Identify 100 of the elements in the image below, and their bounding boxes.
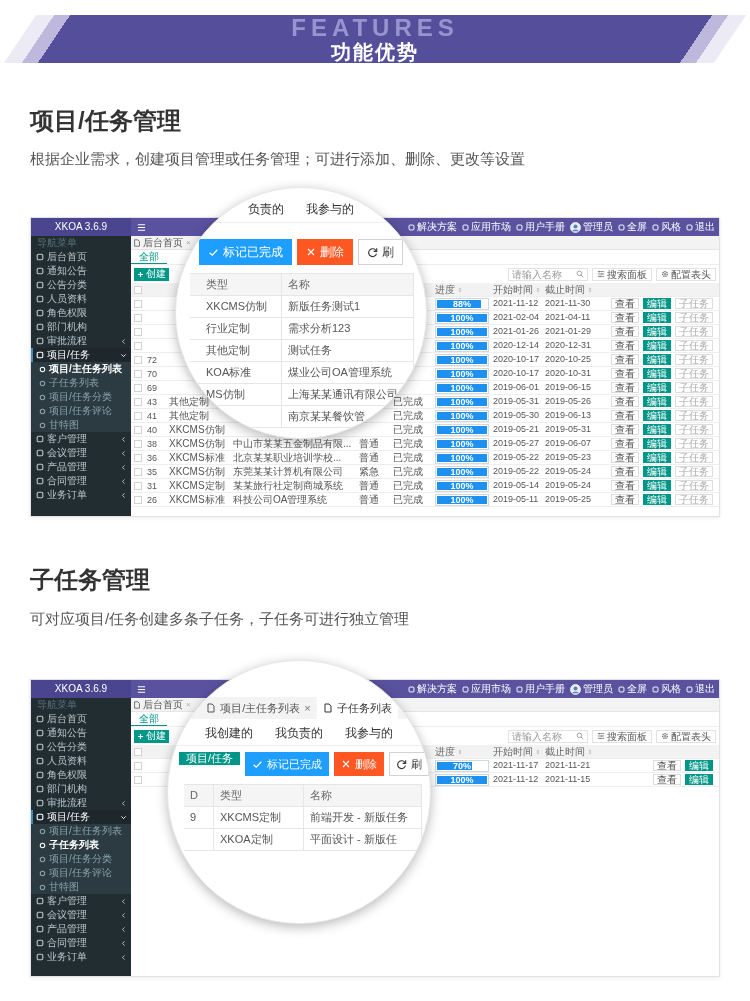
user-menu[interactable]: 管理员	[570, 221, 613, 233]
checkbox[interactable]	[134, 341, 142, 350]
view-button[interactable]: 查看	[611, 410, 639, 421]
edit-button[interactable]: 编辑	[685, 760, 713, 771]
sidebar-subitem[interactable]: 项目/任务评论	[31, 866, 131, 880]
sidebar-item[interactable]: 后台首页	[31, 250, 131, 264]
top-menu-item[interactable]: 用户手册	[516, 683, 565, 695]
create-button[interactable]: 项目/任务	[178, 752, 241, 765]
sidebar-item[interactable]: 会议管理	[31, 908, 131, 922]
sidebar-item[interactable]: 人员资料	[31, 754, 131, 768]
sidebar-subitem[interactable]: 项目/任务分类	[31, 390, 131, 404]
column-header[interactable]: 截止时间	[545, 283, 585, 296]
filter-tab[interactable]: 全部	[131, 712, 167, 726]
sidebar-item[interactable]: 产品管理	[31, 922, 131, 936]
checkbox[interactable]	[134, 775, 142, 784]
edit-button[interactable]: 编辑	[643, 466, 671, 477]
sidebar-item[interactable]: 角色权限	[31, 306, 131, 320]
sidebar-item[interactable]: 合同管理	[31, 474, 131, 488]
sidebar-subitem[interactable]: 甘特图	[31, 880, 131, 894]
user-menu[interactable]: 管理员	[570, 683, 613, 695]
column-header[interactable]: 开始时间	[493, 745, 533, 758]
checkbox[interactable]	[134, 747, 142, 756]
view-button[interactable]: 查看	[611, 340, 639, 351]
column-header[interactable]: 进度	[435, 745, 455, 758]
create-button[interactable]: 创建	[134, 267, 169, 281]
sidebar-item[interactable]: 项目/任务	[31, 348, 131, 362]
view-button[interactable]: 查看	[611, 438, 639, 449]
filter-tab[interactable]: 我创建的	[205, 723, 253, 745]
filter-tab[interactable]: 我参与的	[345, 723, 393, 745]
edit-button[interactable]: 编辑	[643, 410, 671, 421]
checkbox[interactable]	[134, 425, 142, 434]
search-field[interactable]: 请输入名称	[508, 729, 588, 743]
sidebar-subitem[interactable]: 项目/主任务列表	[31, 824, 131, 838]
edit-button[interactable]: 编辑	[643, 494, 671, 505]
edit-button[interactable]: 编辑	[643, 340, 671, 351]
filter-tab[interactable]: 我负责的	[275, 723, 323, 745]
sidebar-item[interactable]: 通知公告	[31, 726, 131, 740]
sidebar-subitem[interactable]: 项目/主任务列表	[31, 362, 131, 376]
top-menu-item[interactable]: 用户手册	[516, 221, 565, 233]
top-menu-item[interactable]: 应用市场	[462, 683, 511, 695]
checkbox[interactable]	[134, 369, 142, 378]
sidebar-item[interactable]: 客户管理	[31, 894, 131, 908]
view-button[interactable]: 查看	[611, 354, 639, 365]
checkbox[interactable]	[134, 411, 142, 420]
column-header[interactable]: 开始时间	[493, 283, 533, 296]
edit-button[interactable]: 编辑	[643, 480, 671, 491]
top-menu-item[interactable]: 退出	[686, 221, 715, 233]
checkbox[interactable]	[134, 383, 142, 392]
page-tab[interactable]: 后台首页 ×	[131, 698, 191, 711]
top-menu-item[interactable]: 解决方案	[408, 683, 457, 695]
checkbox[interactable]	[134, 327, 142, 336]
view-button[interactable]: 查看	[611, 382, 639, 393]
top-menu-item[interactable]: 风格	[652, 221, 681, 233]
view-button[interactable]: 查看	[611, 396, 639, 407]
sidebar-subitem[interactable]: 甘特图	[31, 418, 131, 432]
page-tab[interactable]: 子任务列表	[316, 697, 398, 719]
sidebar-item[interactable]: 会议管理	[31, 446, 131, 460]
column-header[interactable]: 进度	[435, 283, 455, 296]
view-button[interactable]: 查看	[611, 368, 639, 379]
checkbox[interactable]	[134, 285, 142, 294]
edit-button[interactable]: 编辑	[643, 312, 671, 323]
sidebar-subitem[interactable]: 子任务列表	[31, 838, 131, 852]
search-field[interactable]: 请输入名称	[508, 267, 588, 281]
refresh-button[interactable]: 刷	[389, 752, 430, 776]
sidebar-subitem[interactable]: 项目/任务评论	[31, 404, 131, 418]
sidebar-item[interactable]: 产品管理	[31, 460, 131, 474]
refresh-button[interactable]: 刷	[358, 239, 403, 265]
top-menu-item[interactable]: 应用市场	[462, 221, 511, 233]
view-button[interactable]: 查看	[611, 466, 639, 477]
checkbox[interactable]	[134, 453, 142, 462]
checkbox[interactable]	[134, 467, 142, 476]
edit-button[interactable]: 编辑	[643, 298, 671, 309]
top-menu-item[interactable]: 解决方案	[408, 221, 457, 233]
sidebar-item[interactable]: 合同管理	[31, 936, 131, 950]
edit-button[interactable]: 编辑	[643, 396, 671, 407]
checkbox[interactable]	[134, 495, 142, 504]
column-settings-button[interactable]: 配置表头	[656, 267, 716, 281]
view-button[interactable]: 查看	[611, 480, 639, 491]
checkbox[interactable]	[134, 299, 142, 308]
sidebar-item[interactable]: 客户管理	[31, 432, 131, 446]
checkbox[interactable]	[134, 761, 142, 770]
edit-button[interactable]: 编辑	[643, 438, 671, 449]
top-menu-item[interactable]: 全屏	[618, 683, 647, 695]
edit-button[interactable]: 编辑	[643, 326, 671, 337]
view-button[interactable]: 查看	[611, 424, 639, 435]
edit-button[interactable]: 编辑	[643, 368, 671, 379]
filter-tab[interactable]: 负责的	[248, 199, 284, 221]
filter-tab[interactable]: 全部	[131, 250, 167, 264]
filter-tab[interactable]: 我参与的	[306, 199, 354, 221]
sidebar-item[interactable]: 公告分类	[31, 740, 131, 754]
search-panel-button[interactable]: 搜索面板	[592, 729, 652, 743]
view-button[interactable]: 查看	[611, 298, 639, 309]
edit-button[interactable]: 编辑	[685, 774, 713, 785]
edit-button[interactable]: 编辑	[643, 382, 671, 393]
view-button[interactable]: 查看	[611, 312, 639, 323]
view-button[interactable]: 查看	[611, 494, 639, 505]
checkbox[interactable]	[134, 313, 142, 322]
checkbox[interactable]	[134, 397, 142, 406]
sidebar-item[interactable]: 通知公告	[31, 264, 131, 278]
page-tab[interactable]: 项目/主任务列表 ×	[200, 697, 317, 719]
